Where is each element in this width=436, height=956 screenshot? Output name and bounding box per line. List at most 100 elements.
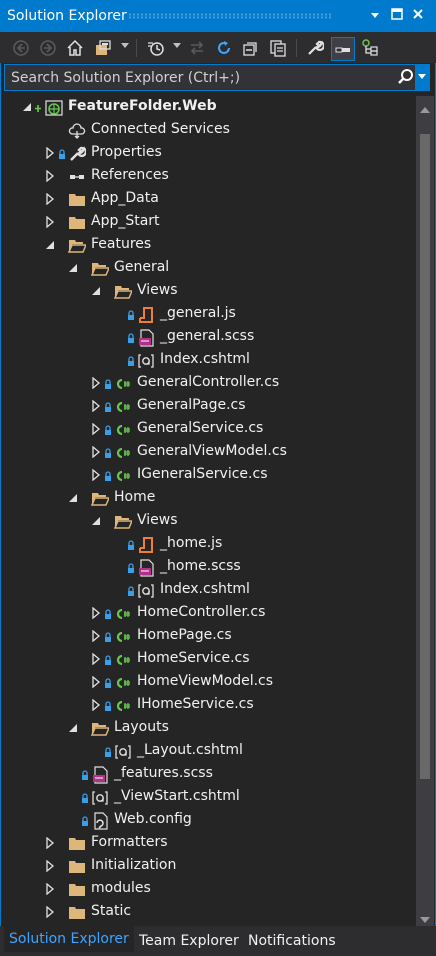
tree-item[interactable]: _ViewStart.cshtml: [0, 786, 416, 809]
preview-selected-items-icon[interactable]: [331, 37, 355, 61]
tree-expand-arrow-icon[interactable]: [45, 905, 55, 919]
tab-notifications[interactable]: Notifications: [243, 930, 341, 952]
csharp-file-icon: [114, 605, 132, 623]
tree-item-label: Views: [137, 282, 178, 298]
tree-item[interactable]: modules: [0, 878, 416, 901]
tree-expand-arrow-icon[interactable]: [45, 836, 55, 850]
switch-views-icon[interactable]: [93, 38, 113, 58]
tree-collapse-arrow-icon[interactable]: [68, 262, 78, 274]
tree-collapse-arrow-icon[interactable]: [68, 722, 78, 734]
tree-expand-arrow-icon[interactable]: [91, 606, 101, 620]
tree-expand-arrow-icon[interactable]: [91, 468, 101, 482]
tree-collapse-arrow-icon[interactable]: [45, 239, 55, 251]
tree-expand-arrow-icon[interactable]: [91, 629, 101, 643]
tree-item[interactable]: GeneralService.cs: [0, 418, 416, 441]
close-icon[interactable]: [410, 8, 426, 24]
tree-expand-arrow-icon[interactable]: [91, 422, 101, 436]
tree-collapse-arrow-icon[interactable]: [91, 515, 101, 527]
tab-team-explorer[interactable]: Team Explorer: [134, 930, 244, 952]
tree-item[interactable]: Home: [0, 487, 416, 510]
tree-item-label: IGeneralService.cs: [137, 466, 268, 482]
tree-item[interactable]: Index.cshtml: [0, 349, 416, 372]
properties-wrench-icon[interactable]: [305, 38, 325, 58]
tree-expand-arrow-icon[interactable]: [45, 859, 55, 873]
tree-item-label: Index.cshtml: [160, 581, 250, 597]
tree-item[interactable]: Index.cshtml: [0, 579, 416, 602]
tree-expand-arrow-icon[interactable]: [45, 192, 55, 206]
tree-item[interactable]: Web.config: [0, 809, 416, 832]
scroll-down-arrow-icon[interactable]: [420, 912, 430, 923]
tree-item[interactable]: Views: [0, 510, 416, 533]
folder-open-icon: [90, 720, 111, 738]
tree-expand-arrow-icon[interactable]: [91, 675, 101, 689]
tree-collapse-arrow-icon[interactable]: [68, 492, 78, 504]
scroll-up-arrow-icon[interactable]: [420, 102, 430, 113]
tree-expand-arrow-icon[interactable]: [45, 169, 55, 183]
tree-item[interactable]: HomeViewModel.cs: [0, 671, 416, 694]
title-bar[interactable]: Solution Explorer: [0, 0, 436, 32]
switch-views-dropdown-icon[interactable]: [121, 41, 129, 53]
tree-expand-arrow-icon[interactable]: [91, 652, 101, 666]
tree-expand-arrow-icon[interactable]: [45, 215, 55, 229]
tree-item[interactable]: FeatureFolder.Web: [0, 96, 416, 119]
show-all-files-icon[interactable]: [268, 38, 288, 58]
search-box[interactable]: [4, 64, 430, 91]
tree-item[interactable]: _home.scss: [0, 556, 416, 579]
search-input[interactable]: [5, 65, 397, 90]
tab-solution-explorer[interactable]: Solution Explorer: [4, 926, 134, 952]
tree-item[interactable]: _general.scss: [0, 326, 416, 349]
tree-expand-arrow-icon[interactable]: [91, 399, 101, 413]
collapse-all-icon[interactable]: [241, 38, 261, 58]
window-menu-dropdown-icon[interactable]: [367, 8, 383, 24]
tree-item[interactable]: _features.scss: [0, 763, 416, 786]
tree-item[interactable]: HomeController.cs: [0, 602, 416, 625]
search-options-dropdown-icon[interactable]: [415, 65, 429, 90]
tree-item[interactable]: _home.js: [0, 533, 416, 556]
scrollbar-thumb[interactable]: [420, 134, 430, 779]
tree-item[interactable]: _Layout.cshtml: [0, 740, 416, 763]
tree-expand-arrow-icon[interactable]: [45, 146, 55, 160]
tree-item[interactable]: Features: [0, 234, 416, 257]
tree-item[interactable]: Static: [0, 901, 416, 924]
tree-collapse-arrow-icon[interactable]: [22, 101, 32, 113]
tree-item[interactable]: IHomeService.cs: [0, 694, 416, 717]
tree-item[interactable]: Connected Services: [0, 119, 416, 142]
tree-expand-arrow-icon[interactable]: [91, 698, 101, 712]
pending-changes-dropdown-icon[interactable]: [173, 41, 181, 53]
tree-item[interactable]: HomeService.cs: [0, 648, 416, 671]
csharp-file-icon: [114, 674, 132, 692]
back-icon[interactable]: [11, 38, 31, 58]
tree-expand-arrow-icon[interactable]: [91, 445, 101, 459]
tree-expand-arrow-icon[interactable]: [45, 882, 55, 896]
tree-item[interactable]: HomePage.cs: [0, 625, 416, 648]
folder-open-icon: [90, 490, 111, 508]
tree-item[interactable]: GeneralViewModel.cs: [0, 441, 416, 464]
tree-item[interactable]: App_Data: [0, 188, 416, 211]
tree-item[interactable]: GeneralController.cs: [0, 372, 416, 395]
tree-item[interactable]: App_Start: [0, 211, 416, 234]
vertical-scrollbar[interactable]: [416, 96, 434, 926]
maximize-icon[interactable]: [389, 8, 405, 24]
tree-item-label: Formatters: [91, 834, 168, 850]
home-icon[interactable]: [65, 38, 85, 58]
tree-collapse-arrow-icon[interactable]: [91, 285, 101, 297]
tree-expand-arrow-icon[interactable]: [91, 376, 101, 390]
pending-changes-icon[interactable]: [146, 38, 166, 58]
forward-icon[interactable]: [38, 38, 58, 58]
tree-item[interactable]: _general.js: [0, 303, 416, 326]
refresh-icon[interactable]: [214, 38, 234, 58]
sync-with-active-document-icon[interactable]: [187, 38, 207, 58]
view-class-diagram-icon[interactable]: [360, 38, 380, 58]
tree-item[interactable]: General: [0, 257, 416, 280]
tree-item[interactable]: Initialization: [0, 855, 416, 878]
tree-item[interactable]: Layouts: [0, 717, 416, 740]
tree-item[interactable]: Properties: [0, 142, 416, 165]
tree-item[interactable]: IGeneralService.cs: [0, 464, 416, 487]
tree-item[interactable]: Views: [0, 280, 416, 303]
checked-in-lock-icon: [104, 654, 112, 665]
search-icon[interactable]: [397, 68, 415, 86]
title-grip[interactable]: [128, 13, 332, 19]
tree-item[interactable]: Formatters: [0, 832, 416, 855]
tree-item[interactable]: References: [0, 165, 416, 188]
tree-item[interactable]: GeneralPage.cs: [0, 395, 416, 418]
